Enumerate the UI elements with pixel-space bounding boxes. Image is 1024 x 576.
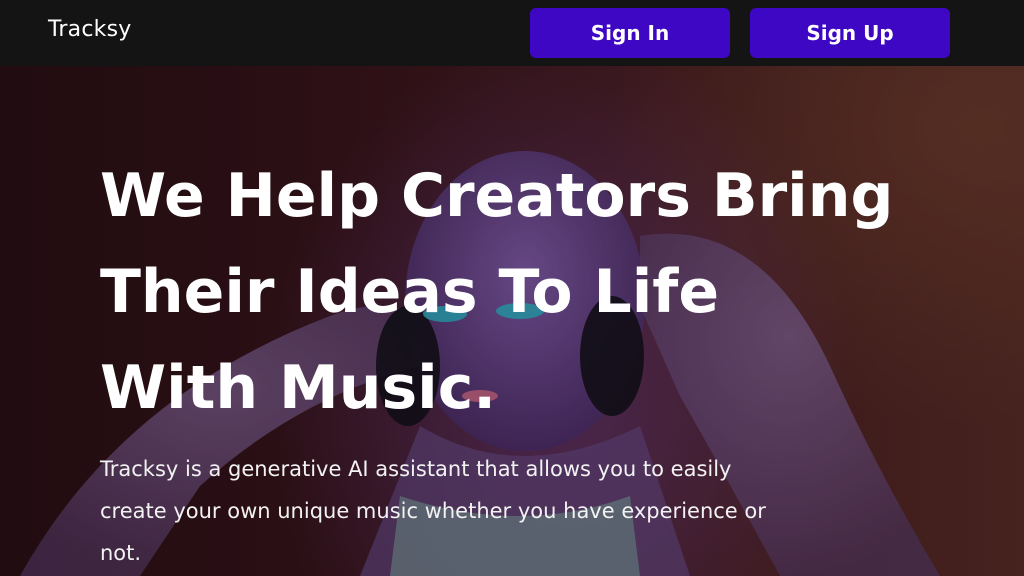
headline-line: With Music.	[100, 353, 497, 423]
hero-description: Tracksy is a generative AI assistant tha…	[100, 457, 766, 565]
sign-in-button[interactable]: Sign In	[530, 8, 730, 58]
hero-section: We Help Creators Bring Their Ideas To Li…	[0, 66, 1024, 576]
headline-line: We Help Creators Bring	[100, 161, 894, 231]
hero-headline: We Help Creators Bring Their Ideas To Li…	[100, 148, 894, 436]
top-navbar: Tracksy Sign In Sign Up	[0, 0, 1024, 66]
headline-line: Their Ideas To Life	[100, 257, 720, 327]
sign-up-button[interactable]: Sign Up	[750, 8, 950, 58]
brand-logo[interactable]: Tracksy	[48, 17, 131, 42]
